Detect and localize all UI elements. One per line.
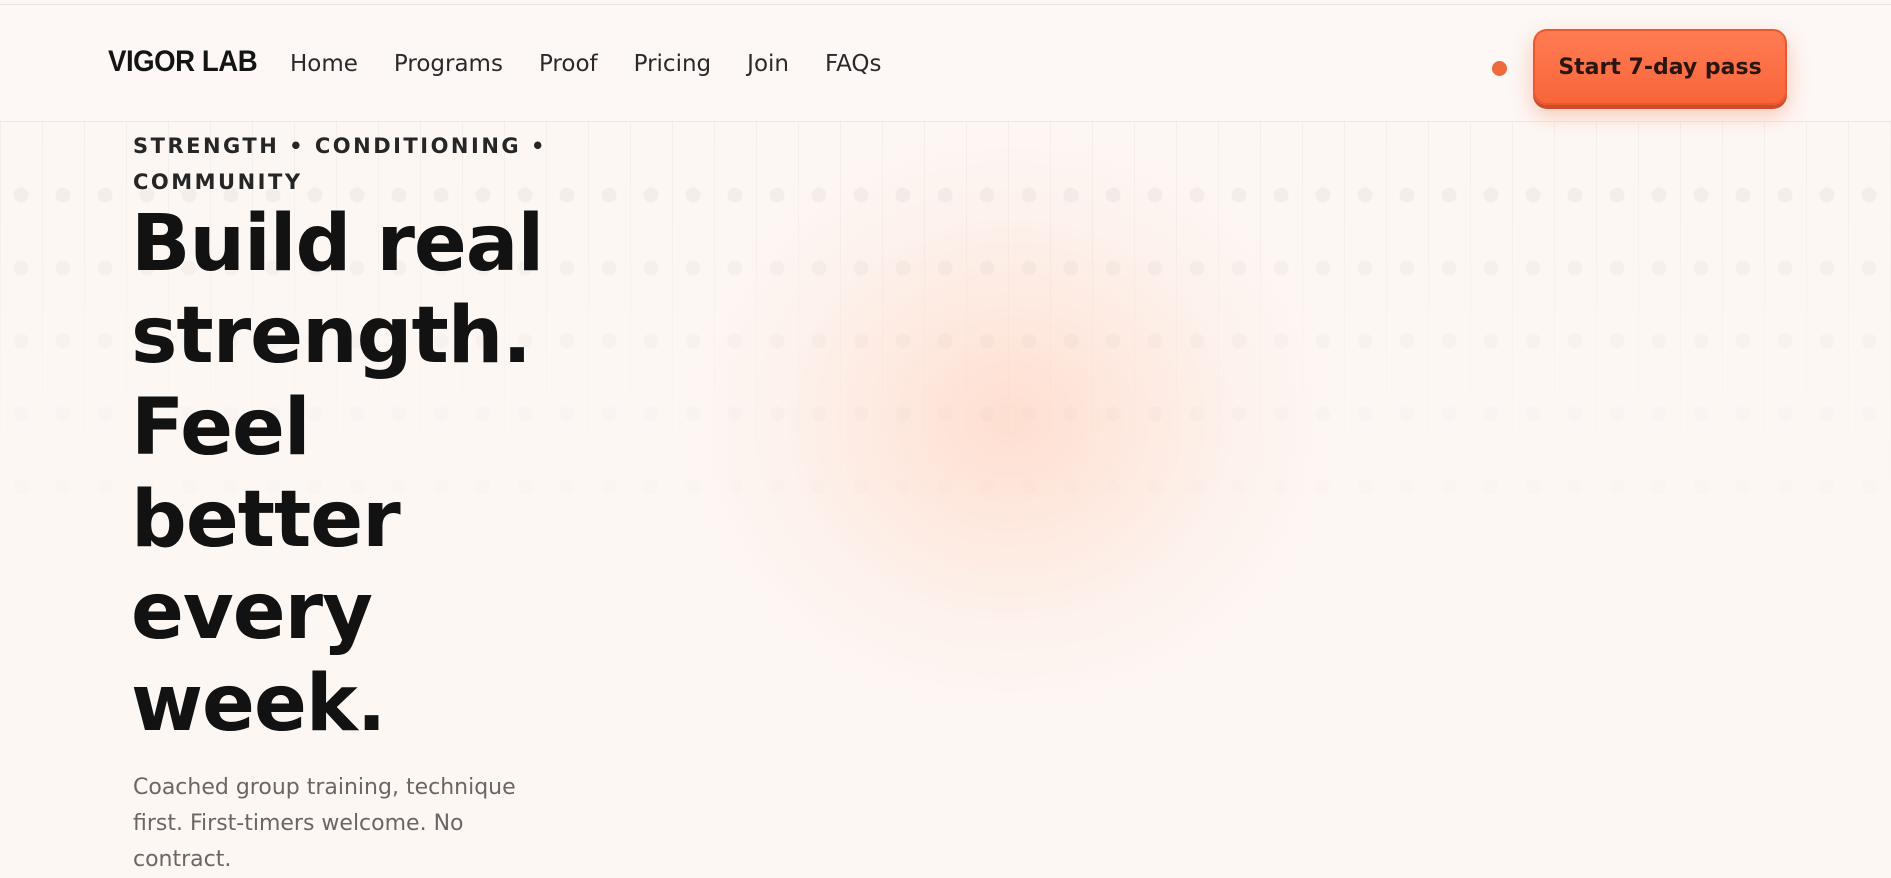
nav-link-pricing[interactable]: Pricing [634,49,712,79]
nav-link-faqs[interactable]: FAQs [825,49,882,79]
hero-eyebrow: STRENGTH • CONDITIONING • COMMUNITY [133,134,547,194]
brand-logo[interactable]: VIGOR LAB [108,45,258,79]
nav-link-proof[interactable]: Proof [539,49,598,79]
site-header: VIGOR LAB Home Programs Proof Pricing Jo… [0,5,1891,122]
nav-link-join[interactable]: Join [747,49,789,79]
nav-link-home[interactable]: Home [290,49,358,79]
main-nav: Home Programs Proof Pricing Join FAQs [290,49,918,79]
hero-subtext: Coached group training, technique first.… [133,775,516,872]
status-dot-icon [1492,61,1507,76]
start-pass-button-label: Start 7-day pass [1558,54,1762,80]
start-pass-button[interactable]: Start 7-day pass [1533,29,1787,105]
hero-headline: Build real strength. Feel better every w… [131,199,544,749]
nav-link-programs[interactable]: Programs [394,49,503,79]
